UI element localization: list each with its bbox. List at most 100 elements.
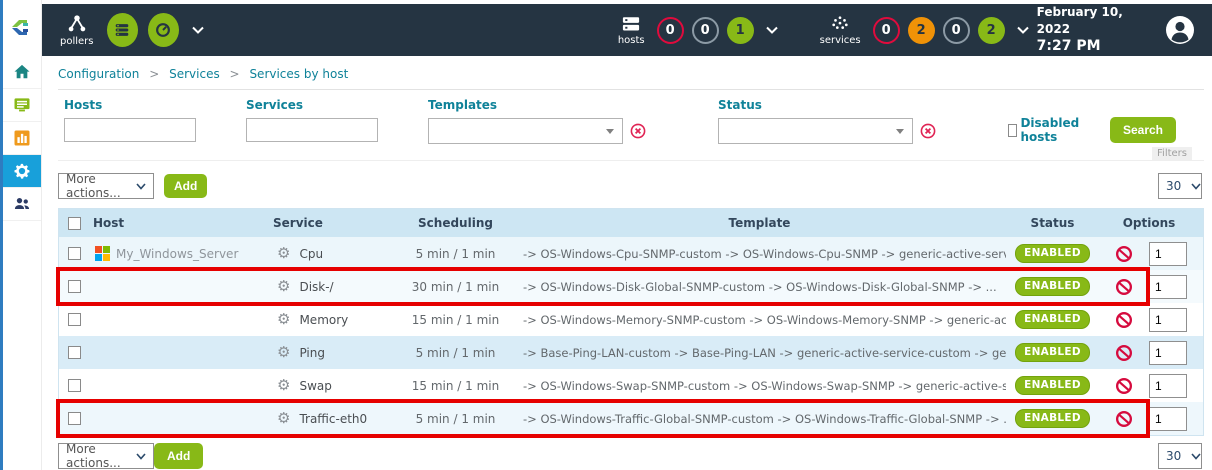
duplicate-count-input[interactable]: [1149, 374, 1187, 398]
row-checkbox[interactable]: [68, 247, 81, 260]
services-chevron[interactable]: [1017, 26, 1029, 34]
table-row: ⚙ Traffic-eth0 5 min / 1 min -> OS-Windo…: [59, 402, 1203, 435]
duplicate-count-input[interactable]: [1149, 275, 1187, 299]
sidebar-item-configuration[interactable]: [3, 155, 41, 188]
service-gear-icon: ⚙: [277, 378, 290, 393]
templates-clear-icon[interactable]: [630, 123, 646, 139]
hosts-menu[interactable]: hosts: [618, 15, 645, 46]
service-name-link[interactable]: Disk-/: [299, 280, 333, 294]
hosts-filter-input[interactable]: [64, 118, 196, 142]
service-name-link[interactable]: Swap: [299, 379, 331, 393]
templates-select[interactable]: [428, 118, 623, 144]
chevron-down-icon: [136, 183, 146, 190]
page-size-select-bottom[interactable]: 30: [1158, 443, 1202, 469]
duplicate-count-input[interactable]: [1149, 341, 1187, 365]
disable-service-icon[interactable]: [1115, 410, 1133, 428]
hosts-up-counter[interactable]: 1: [727, 17, 754, 44]
row-checkbox[interactable]: [68, 280, 81, 293]
services-menu[interactable]: services: [820, 15, 861, 46]
status-badge: ENABLED: [1015, 244, 1090, 263]
column-header-service: Service: [273, 216, 398, 230]
poller-gauge-button[interactable]: [148, 13, 179, 47]
pollers-chevron[interactable]: [192, 26, 204, 34]
services-filter-input[interactable]: [246, 118, 378, 142]
status-badge: ENABLED: [1015, 409, 1090, 428]
row-checkbox[interactable]: [68, 346, 81, 359]
service-name-link[interactable]: Ping: [299, 346, 325, 360]
templates-filter-label: Templates: [428, 98, 646, 112]
current-date: February 10, 2022: [1037, 4, 1150, 36]
add-button-top[interactable]: Add: [164, 174, 207, 198]
breadcrumb-services[interactable]: Services: [169, 67, 220, 81]
services-ok-counter[interactable]: 2: [978, 17, 1005, 44]
duplicate-count-input[interactable]: [1149, 308, 1187, 332]
filter-panel: Hosts Services Templates Status: [58, 89, 1204, 161]
services-critical-counter[interactable]: 0: [873, 17, 900, 44]
template-chain-cell: -> OS-Windows-Traffic-Global-SNMP-custom…: [513, 412, 1006, 426]
page-size-value: 30: [1166, 179, 1181, 193]
status-clear-icon[interactable]: [920, 123, 936, 139]
table-row: ⚙ Disk-/ 30 min / 1 min -> OS-Windows-Di…: [59, 270, 1203, 303]
page-size-select-top[interactable]: 30: [1158, 173, 1202, 199]
bottom-toolbar: More actions... Add 30: [58, 443, 1204, 469]
services-status-group: services 0 2 0 2: [812, 15, 1037, 46]
disabled-hosts-checkbox[interactable]: [1008, 124, 1017, 137]
service-name-link[interactable]: Memory: [299, 313, 348, 327]
chevron-down-icon: [192, 26, 204, 34]
breadcrumb-services-by-host[interactable]: Services by host: [249, 67, 348, 81]
centreon-logo[interactable]: [3, 0, 41, 56]
row-checkbox[interactable]: [68, 412, 81, 425]
service-name-link[interactable]: Cpu: [299, 247, 323, 261]
status-select[interactable]: [718, 118, 913, 144]
chevron-down-icon: [1191, 183, 1201, 190]
page-size-value: 30: [1166, 449, 1181, 463]
sidebar-item-monitoring[interactable]: [3, 89, 41, 122]
template-chain-cell: -> OS-Windows-Swap-SNMP-custom -> OS-Win…: [513, 379, 1006, 393]
host-name-link[interactable]: My_Windows_Server: [116, 247, 238, 261]
disable-service-icon[interactable]: [1115, 377, 1133, 395]
breadcrumb: Configuration > Services > Services by h…: [58, 67, 1204, 81]
services-filter-label: Services: [246, 98, 378, 112]
disable-service-icon[interactable]: [1115, 245, 1133, 263]
table-body: My_Windows_Server ⚙ Cpu 5 min / 1 min ->…: [59, 237, 1203, 435]
sidebar-item-reporting[interactable]: [3, 122, 41, 155]
disable-service-icon[interactable]: [1115, 278, 1133, 296]
pollers-icon: [66, 14, 88, 34]
services-warning-counter[interactable]: 2: [908, 17, 935, 44]
hosts-chevron[interactable]: [766, 26, 778, 34]
template-chain-cell: -> Base-Ping-LAN-custom -> Base-Ping-LAN…: [513, 346, 1006, 360]
scheduling-cell: 5 min / 1 min: [398, 412, 513, 426]
column-header-template: Template: [513, 216, 1006, 230]
status-filter-label: Status: [718, 98, 936, 112]
disabled-hosts-toggle[interactable]: Disabled hosts: [1008, 116, 1088, 144]
user-avatar[interactable]: [1164, 14, 1196, 46]
more-actions-select-top[interactable]: More actions...: [58, 173, 154, 199]
more-actions-select-bottom[interactable]: More actions...: [58, 443, 154, 469]
disable-service-icon[interactable]: [1115, 311, 1133, 329]
breadcrumb-configuration[interactable]: Configuration: [58, 67, 139, 81]
table-row: ⚙ Memory 15 min / 1 min -> OS-Windows-Me…: [59, 303, 1203, 336]
services-unknown-counter[interactable]: 0: [943, 17, 970, 44]
disable-service-icon[interactable]: [1115, 344, 1133, 362]
search-button[interactable]: Search: [1110, 117, 1176, 143]
service-gear-icon: ⚙: [277, 345, 290, 360]
scheduling-cell: 5 min / 1 min: [398, 346, 513, 360]
table-row: ⚙ Swap 15 min / 1 min -> OS-Windows-Swap…: [59, 369, 1203, 402]
hosts-unreachable-counter[interactable]: 0: [692, 17, 719, 44]
table-row: ⚙ Ping 5 min / 1 min -> Base-Ping-LAN-cu…: [59, 336, 1203, 369]
poller-list-button[interactable]: [107, 13, 138, 47]
status-filter-field: Status: [718, 98, 936, 144]
service-name-link[interactable]: Traffic-eth0: [299, 412, 367, 426]
hosts-down-counter[interactable]: 0: [657, 17, 684, 44]
row-checkbox[interactable]: [68, 313, 81, 326]
sidebar-item-administration[interactable]: [3, 188, 41, 221]
duplicate-count-input[interactable]: [1149, 407, 1187, 431]
row-checkbox[interactable]: [68, 379, 81, 392]
add-button-bottom[interactable]: Add: [154, 443, 203, 469]
filter-right-group: Disabled hosts Search Filters: [1008, 116, 1204, 144]
sidebar-item-home[interactable]: [3, 56, 41, 89]
template-chain-cell: -> OS-Windows-Disk-Global-SNMP-custom ->…: [513, 280, 1006, 294]
select-all-checkbox[interactable]: [68, 217, 81, 230]
pollers-menu[interactable]: pollers: [60, 14, 94, 47]
duplicate-count-input[interactable]: [1149, 242, 1187, 266]
